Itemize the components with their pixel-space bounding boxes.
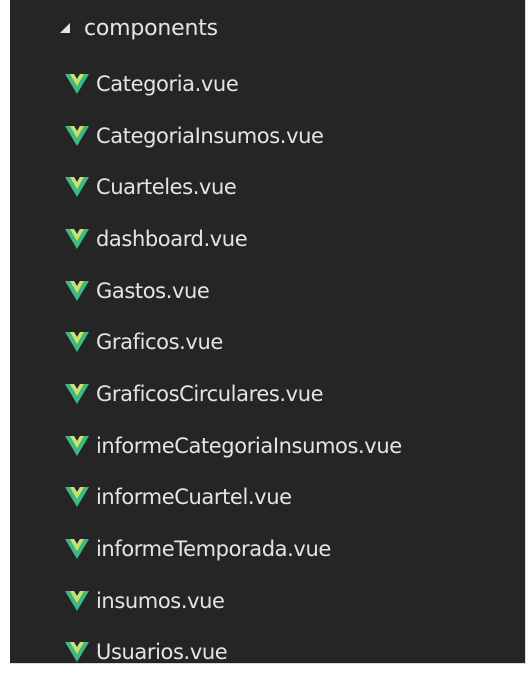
vue-icon [64, 331, 90, 353]
file-name: Usuarios.vue [96, 640, 228, 665]
file-name: informeCategoriaInsumos.vue [96, 433, 402, 458]
vue-icon [64, 73, 90, 95]
file-name: dashboard.vue [96, 226, 248, 251]
file-item[interactable]: Cuarteles.vue [10, 161, 525, 213]
vue-icon [64, 383, 90, 405]
file-item[interactable]: Graficos.vue [10, 316, 525, 368]
file-item[interactable]: Usuarios.vue [10, 627, 525, 678]
vue-icon [64, 280, 90, 302]
file-name: Graficos.vue [96, 330, 223, 355]
folder-components[interactable]: components [10, 6, 525, 50]
file-item[interactable]: GraficosCirculares.vue [10, 368, 525, 420]
vue-icon [64, 435, 90, 457]
vue-icon [64, 641, 90, 663]
twistie-expanded-icon[interactable] [54, 17, 76, 39]
folder-label: components [84, 15, 218, 41]
vue-icon [64, 125, 90, 147]
vue-icon [64, 228, 90, 250]
file-item[interactable]: insumos.vue [10, 575, 525, 627]
file-item[interactable]: informeCuartel.vue [10, 472, 525, 524]
file-name: Cuarteles.vue [96, 175, 237, 200]
file-name: GraficosCirculares.vue [96, 381, 324, 406]
file-item[interactable]: CategoriaInsumos.vue [10, 110, 525, 162]
file-name: informeTemporada.vue [96, 537, 331, 562]
file-item[interactable]: informeTemporada.vue [10, 523, 525, 575]
file-name: Categoria.vue [96, 71, 239, 96]
vue-icon [64, 176, 90, 198]
file-name: informeCuartel.vue [96, 485, 292, 510]
file-item[interactable]: informeCategoriaInsumos.vue [10, 420, 525, 472]
file-explorer-panel: components Categoria.vue CategoriaInsumo… [10, 0, 526, 664]
vue-icon [64, 590, 90, 612]
vue-icon [64, 486, 90, 508]
file-item[interactable]: dashboard.vue [10, 213, 525, 265]
file-name: CategoriaInsumos.vue [96, 123, 324, 148]
file-name: insumos.vue [96, 588, 225, 613]
file-item[interactable]: Categoria.vue [10, 58, 525, 110]
vue-icon [64, 538, 90, 560]
file-list: Categoria.vue CategoriaInsumos.vue Cuart… [10, 58, 525, 678]
file-name: Gastos.vue [96, 278, 210, 303]
file-item[interactable]: Gastos.vue [10, 265, 525, 317]
